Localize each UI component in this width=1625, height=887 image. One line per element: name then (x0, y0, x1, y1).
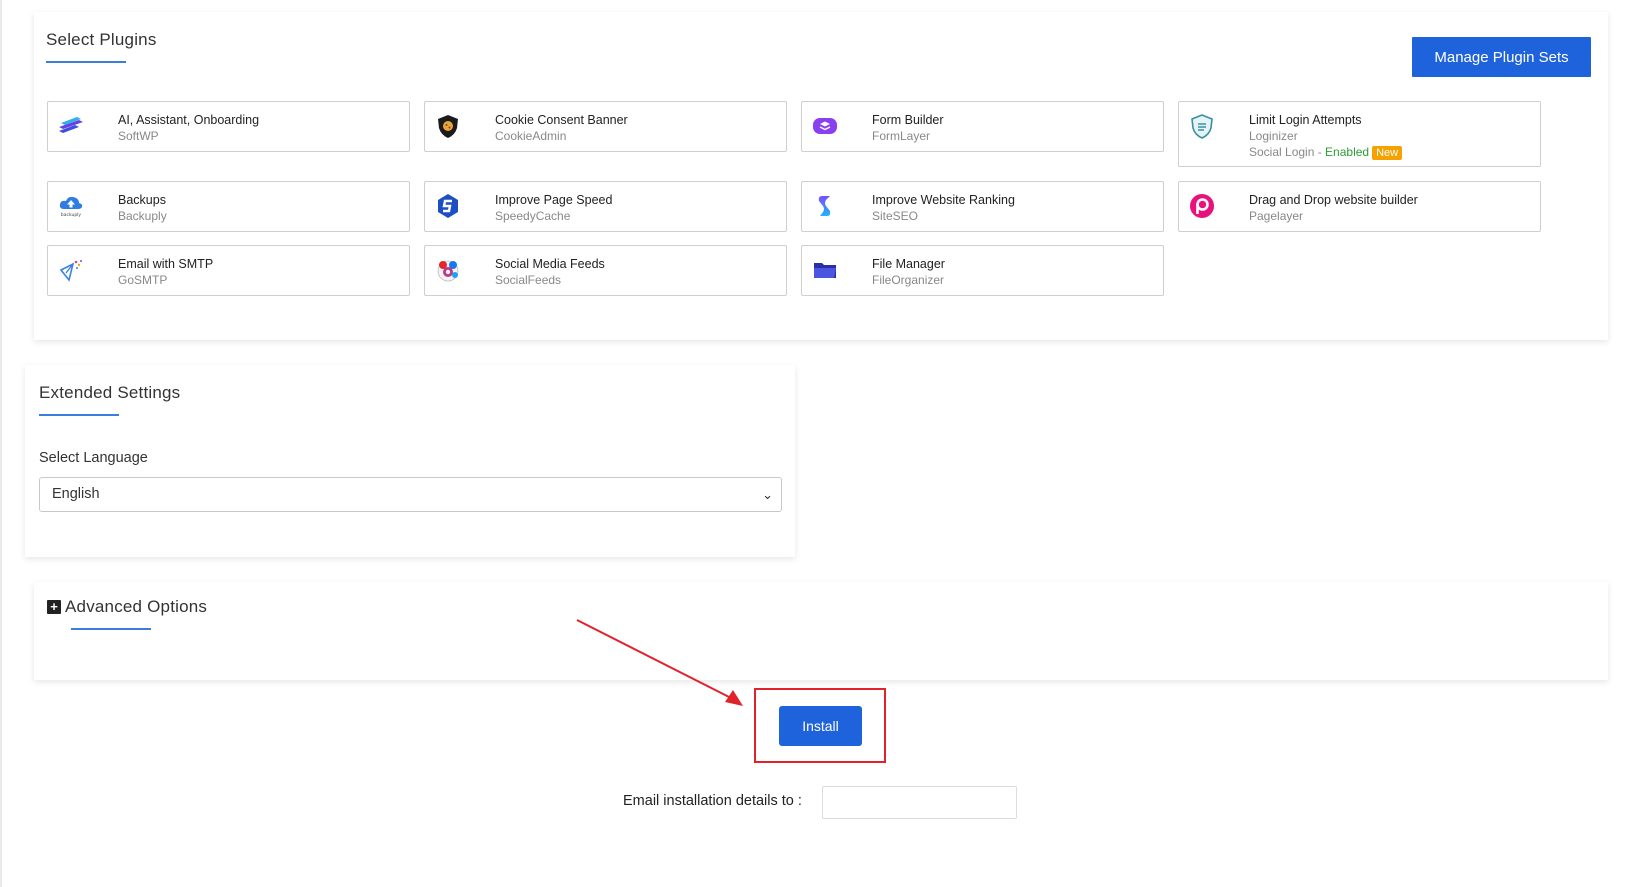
plugin-card-ai-assistant[interactable]: AI, Assistant, Onboarding SoftWP (47, 101, 410, 152)
plugin-name: Improve Website Ranking (872, 193, 1015, 207)
plugin-card-file-manager[interactable]: File Manager FileOrganizer (801, 245, 1164, 296)
plugin-vendor: Pagelayer (1249, 209, 1304, 223)
social-login-label: Social Login - (1249, 145, 1326, 159)
plugin-name: Cookie Consent Banner (495, 113, 628, 127)
plugin-vendor: Loginizer (1249, 129, 1298, 143)
select-plugins-title: Select Plugins (46, 30, 157, 49)
plugin-vendor: Backuply (118, 209, 167, 223)
plugin-name: Backups (118, 193, 166, 207)
extended-settings-panel: Extended Settings Select Language Englis… (25, 365, 795, 557)
plugin-vendor: GoSMTP (118, 273, 168, 287)
plugin-card-cookie-consent[interactable]: Cookie Consent Banner CookieAdmin (424, 101, 787, 152)
language-select[interactable]: English ⌄ (39, 477, 782, 512)
pagelayer-icon (1190, 194, 1214, 218)
email-details-input[interactable] (822, 786, 1017, 819)
advanced-options-underline (71, 628, 151, 630)
cookie-shield-icon (438, 115, 458, 138)
plugin-name: Social Media Feeds (495, 257, 605, 271)
manage-plugin-sets-button[interactable]: Manage Plugin Sets (1412, 37, 1591, 77)
advanced-options-title[interactable]: Advanced Options (65, 597, 207, 617)
plugin-vendor: SpeedyCache (495, 209, 571, 223)
extended-settings-title: Extended Settings (39, 383, 181, 402)
plugin-name: Email with SMTP (118, 257, 214, 271)
siteseo-icon (818, 196, 831, 216)
email-details-label: Email installation details to : (623, 793, 802, 809)
folder-icon (814, 263, 836, 278)
plugin-vendor: SoftWP (118, 129, 159, 143)
chevron-down-icon: ⌄ (762, 487, 773, 502)
plugin-name: Improve Page Speed (495, 193, 613, 207)
select-plugins-panel: Select Plugins Manage Plugin Sets AI, As… (34, 12, 1608, 340)
advanced-options-panel: + Advanced Options (34, 582, 1608, 680)
plugin-name: Drag and Drop website builder (1249, 193, 1418, 207)
plugin-name: File Manager (872, 257, 945, 271)
plugin-vendor: CookieAdmin (495, 129, 567, 143)
enabled-status: Enabled (1325, 145, 1370, 159)
plugin-vendor: FormLayer (872, 129, 931, 143)
page-left-border (0, 0, 2, 887)
social-feeds-icon (437, 260, 459, 282)
backup-cloud-icon: backuply (59, 196, 83, 218)
select-plugins-underline (46, 61, 126, 63)
formlayer-icon (813, 118, 837, 134)
select-language-label: Select Language (39, 450, 148, 466)
plugin-name: Limit Login Attempts (1249, 113, 1362, 127)
plugin-card-email-smtp[interactable]: Email with SMTP GoSMTP (47, 245, 410, 296)
softwp-layers-icon (59, 117, 83, 133)
svg-text:backuply: backuply (61, 212, 82, 218)
extended-settings-underline (39, 414, 119, 416)
plugin-card-page-speed[interactable]: Improve Page Speed SpeedyCache (424, 181, 787, 232)
smtp-plane-icon (59, 260, 82, 282)
speedycache-icon (438, 194, 458, 218)
loginizer-shield-icon (1191, 114, 1213, 139)
plugin-name: AI, Assistant, Onboarding (118, 113, 260, 127)
plugin-card-drag-drop-builder[interactable]: Drag and Drop website builder Pagelayer (1178, 181, 1541, 232)
install-button[interactable]: Install (779, 706, 862, 746)
plugin-vendor: SiteSEO (872, 209, 919, 223)
language-selected-value: English (52, 486, 100, 502)
expand-plus-icon[interactable]: + (47, 600, 61, 614)
plugin-vendor: SocialFeeds (495, 273, 562, 287)
annotation-arrow-icon (576, 619, 743, 706)
plugin-card-form-builder[interactable]: Form Builder FormLayer (801, 101, 1164, 152)
plugin-card-backups[interactable]: backuply Backups Backuply (47, 181, 410, 232)
plugin-name: Form Builder (872, 113, 944, 127)
plugin-vendor: FileOrganizer (872, 273, 945, 287)
plugin-card-website-ranking[interactable]: Improve Website Ranking SiteSEO (801, 181, 1164, 232)
social-login-status: Social Login - Enabled New (1249, 145, 1403, 160)
plugin-card-limit-login[interactable]: Limit Login Attempts Loginizer Social Lo… (1178, 101, 1541, 167)
new-badge: New (1372, 146, 1403, 160)
plugin-card-social-feeds[interactable]: Social Media Feeds SocialFeeds (424, 245, 787, 296)
